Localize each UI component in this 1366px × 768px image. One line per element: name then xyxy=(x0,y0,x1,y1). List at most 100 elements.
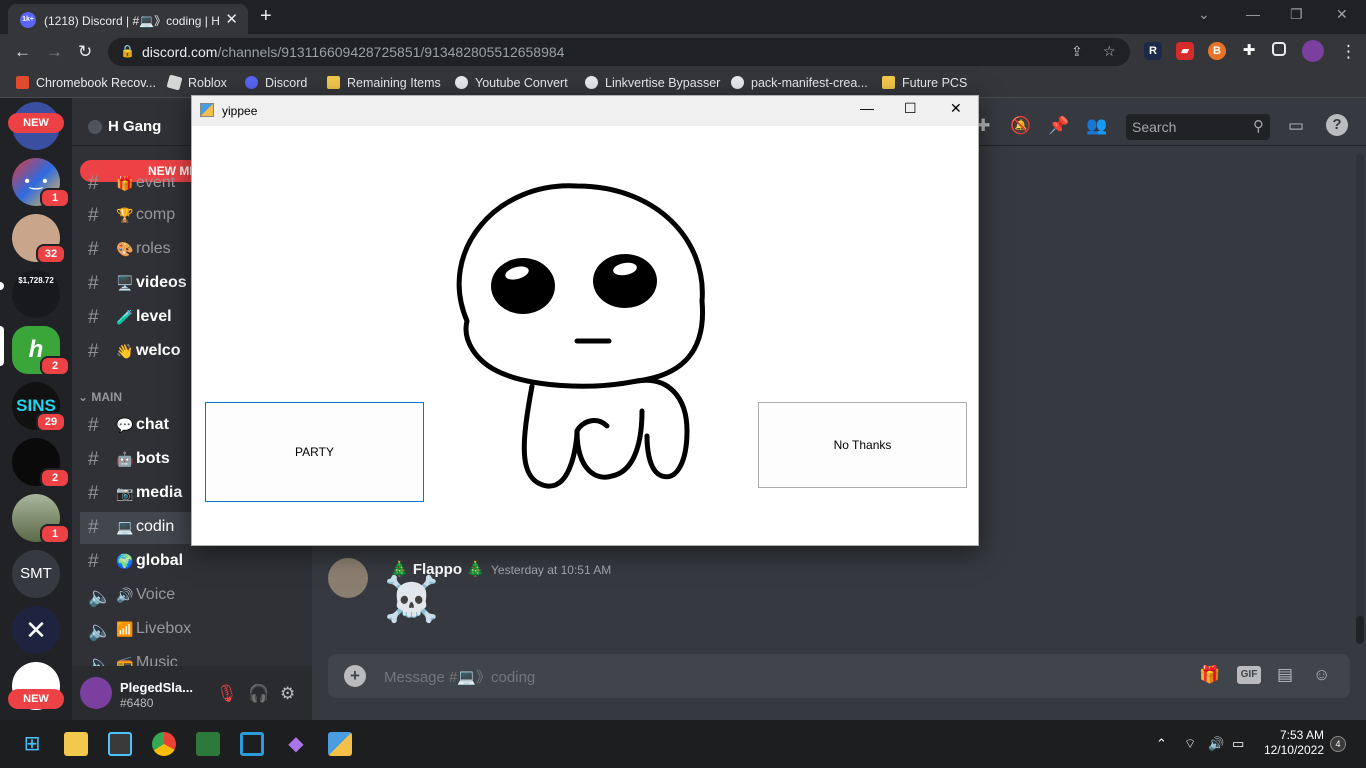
help-icon[interactable]: ? xyxy=(1326,114,1348,136)
server-icon-smt[interactable]: SMT xyxy=(12,550,60,598)
party-button[interactable]: PARTY xyxy=(205,402,424,502)
unread-badge: 32 xyxy=(36,244,66,264)
bookmark-item[interactable]: Chromebook Recov... xyxy=(16,76,156,90)
start-windows-icon[interactable]: ⊞ xyxy=(20,732,44,756)
app-icon[interactable] xyxy=(196,732,220,756)
server-boost-icon xyxy=(88,120,102,134)
tab-close-icon[interactable]: ✕ xyxy=(225,10,238,28)
minimize-icon[interactable]: — xyxy=(1246,6,1260,22)
search-input[interactable]: Search ⚲ xyxy=(1126,114,1270,140)
chromebook-icon xyxy=(16,76,29,89)
voice-channel-item[interactable]: 🔈 📶 Livebox xyxy=(80,614,304,646)
bookmark-item[interactable]: Future PCS xyxy=(882,76,967,90)
system-clock[interactable]: 7:53 AM 12/10/2022 xyxy=(1256,728,1324,758)
discord-favicon-icon: 1k+ xyxy=(20,12,36,28)
volume-icon[interactable]: 🔊 xyxy=(1208,736,1224,752)
emoji-picker-icon[interactable]: ☺ xyxy=(1313,665,1330,685)
forward-icon[interactable]: → xyxy=(46,42,63,62)
yippee-app-icon[interactable] xyxy=(328,732,352,756)
microsoft-store-icon[interactable] xyxy=(108,732,132,756)
avatar[interactable] xyxy=(80,677,112,709)
address-bar[interactable]: 🔒 discord.com/channels/91311660942872585… xyxy=(108,38,1130,66)
unread-pill xyxy=(0,282,4,290)
unread-badge: 1 xyxy=(40,524,70,544)
notifications-muted-icon[interactable]: 🔕 xyxy=(1010,116,1031,136)
windows-taskbar: ⊞ ◆ ⌃ ⌔ 🔊 ▭ 7:53 AM 12/10/2022 4 xyxy=(0,720,1366,768)
visual-studio-icon[interactable]: ◆ xyxy=(284,732,308,756)
gif-button[interactable]: GIF xyxy=(1237,666,1261,684)
attach-plus-icon[interactable]: + xyxy=(344,665,366,687)
discord-icon xyxy=(245,76,258,89)
pinned-icon[interactable]: 📌 xyxy=(1048,116,1069,136)
channel-item[interactable]: # 🌍 global xyxy=(80,546,304,578)
unread-badge: 2 xyxy=(40,356,70,376)
server-icon[interactable]: $1,728.72 xyxy=(12,270,60,318)
wifi-icon[interactable]: ⌔ xyxy=(1184,736,1196,752)
dialog-maximize-icon[interactable]: ☐ xyxy=(904,100,917,117)
side-panel-icon[interactable] xyxy=(1272,42,1286,56)
category-main[interactable]: ⌄ MAIN xyxy=(78,390,122,404)
speaker-icon: 🔈 xyxy=(88,587,112,608)
new-tab-button[interactable]: + xyxy=(260,5,272,28)
inbox-icon[interactable]: ▭ xyxy=(1288,116,1304,136)
folder-icon xyxy=(327,76,340,89)
unread-badge: 1 xyxy=(40,188,70,208)
share-icon[interactable]: ⇪ xyxy=(1071,43,1083,60)
extension-bitcoin-icon[interactable]: B xyxy=(1208,42,1226,60)
bookmark-item[interactable]: Remaining Items xyxy=(327,76,441,90)
chrome-menu-icon[interactable]: ⋮ xyxy=(1340,42,1357,62)
show-hidden-icons[interactable]: ⌃ xyxy=(1156,736,1167,752)
roblox-icon xyxy=(166,74,183,91)
message-timestamp: Yesterday at 10:51 AM xyxy=(491,563,612,577)
tab-search-icon[interactable]: ⌄ xyxy=(1198,6,1210,23)
app-icon[interactable] xyxy=(240,732,264,756)
restore-icon[interactable]: ❐ xyxy=(1290,6,1303,23)
battery-icon[interactable]: ▭ xyxy=(1232,736,1244,752)
message-input[interactable]: Message #💻》coding xyxy=(384,666,535,687)
extensions-puzzle-icon[interactable]: ✚ xyxy=(1240,42,1258,60)
sticker-icon[interactable]: ▤ xyxy=(1277,665,1293,685)
voice-channel-item[interactable]: 🔈 🔊 Voice xyxy=(80,580,304,612)
browser-tab[interactable]: 1k+ (1218) Discord | #💻》coding | H ✕ xyxy=(8,4,248,34)
gift-icon[interactable]: 🎁 xyxy=(1199,665,1220,685)
yippee-dialog: yippee — ☐ ✕ PARTY No Thanks xyxy=(191,95,979,546)
browser-tab-bar: 1k+ (1218) Discord | #💻》coding | H ✕ + ⌄… xyxy=(0,0,1366,34)
skull-emoji: ☠️ xyxy=(384,575,439,624)
dialog-titlebar[interactable]: yippee — ☐ ✕ xyxy=(192,96,978,126)
member-list-icon[interactable]: 👥 xyxy=(1086,116,1107,136)
server-icon[interactable]: ✕ xyxy=(12,606,60,654)
bookmark-item[interactable]: pack-manifest-crea... xyxy=(731,76,868,90)
folder-icon xyxy=(882,76,895,89)
bookmark-item[interactable]: Roblox xyxy=(166,74,227,91)
dialog-minimize-icon[interactable]: — xyxy=(860,100,874,116)
chrome-icon[interactable] xyxy=(152,732,176,756)
app-icon xyxy=(200,103,214,117)
no-thanks-button[interactable]: No Thanks xyxy=(758,402,967,488)
message-avatar[interactable] xyxy=(328,558,368,598)
extension-roblox-icon[interactable]: ▰ xyxy=(1176,42,1194,60)
unread-badge: 2 xyxy=(40,468,70,488)
settings-gear-icon[interactable]: ⚙ xyxy=(280,684,295,704)
headphones-icon[interactable]: 🎧 xyxy=(248,684,269,704)
bookmark-item[interactable]: Discord xyxy=(245,76,307,90)
back-icon[interactable]: ← xyxy=(14,42,31,62)
unread-badge: 29 xyxy=(36,412,66,432)
dialog-close-icon[interactable]: ✕ xyxy=(950,100,962,117)
mute-mic-icon[interactable]: 🎙 xyxy=(216,684,238,704)
message-composer[interactable]: + Message #💻》coding 🎁 GIF ▤ ☺ xyxy=(328,654,1350,698)
new-badge: NEW xyxy=(8,113,64,133)
notification-count[interactable]: 4 xyxy=(1330,736,1346,752)
globe-icon xyxy=(585,76,598,89)
extension-r-icon[interactable]: R xyxy=(1144,42,1162,60)
close-window-icon[interactable]: ✕ xyxy=(1336,6,1348,23)
bookmark-item[interactable]: Linkvertise Bypasser xyxy=(585,76,720,90)
tab-title: (1218) Discord | #💻》coding | H xyxy=(44,14,220,28)
bookmark-item[interactable]: Youtube Convert xyxy=(455,76,568,90)
url-text: discord.com/channels/913116609428725851/… xyxy=(142,44,565,60)
bookmark-star-icon[interactable]: ☆ xyxy=(1103,43,1116,60)
file-explorer-icon[interactable] xyxy=(64,732,88,756)
profile-avatar[interactable] xyxy=(1302,40,1324,62)
scrollbar-thumb[interactable] xyxy=(1356,616,1364,644)
chat-scrollbar[interactable] xyxy=(1356,154,1364,644)
reload-icon[interactable]: ↻ xyxy=(78,42,92,62)
